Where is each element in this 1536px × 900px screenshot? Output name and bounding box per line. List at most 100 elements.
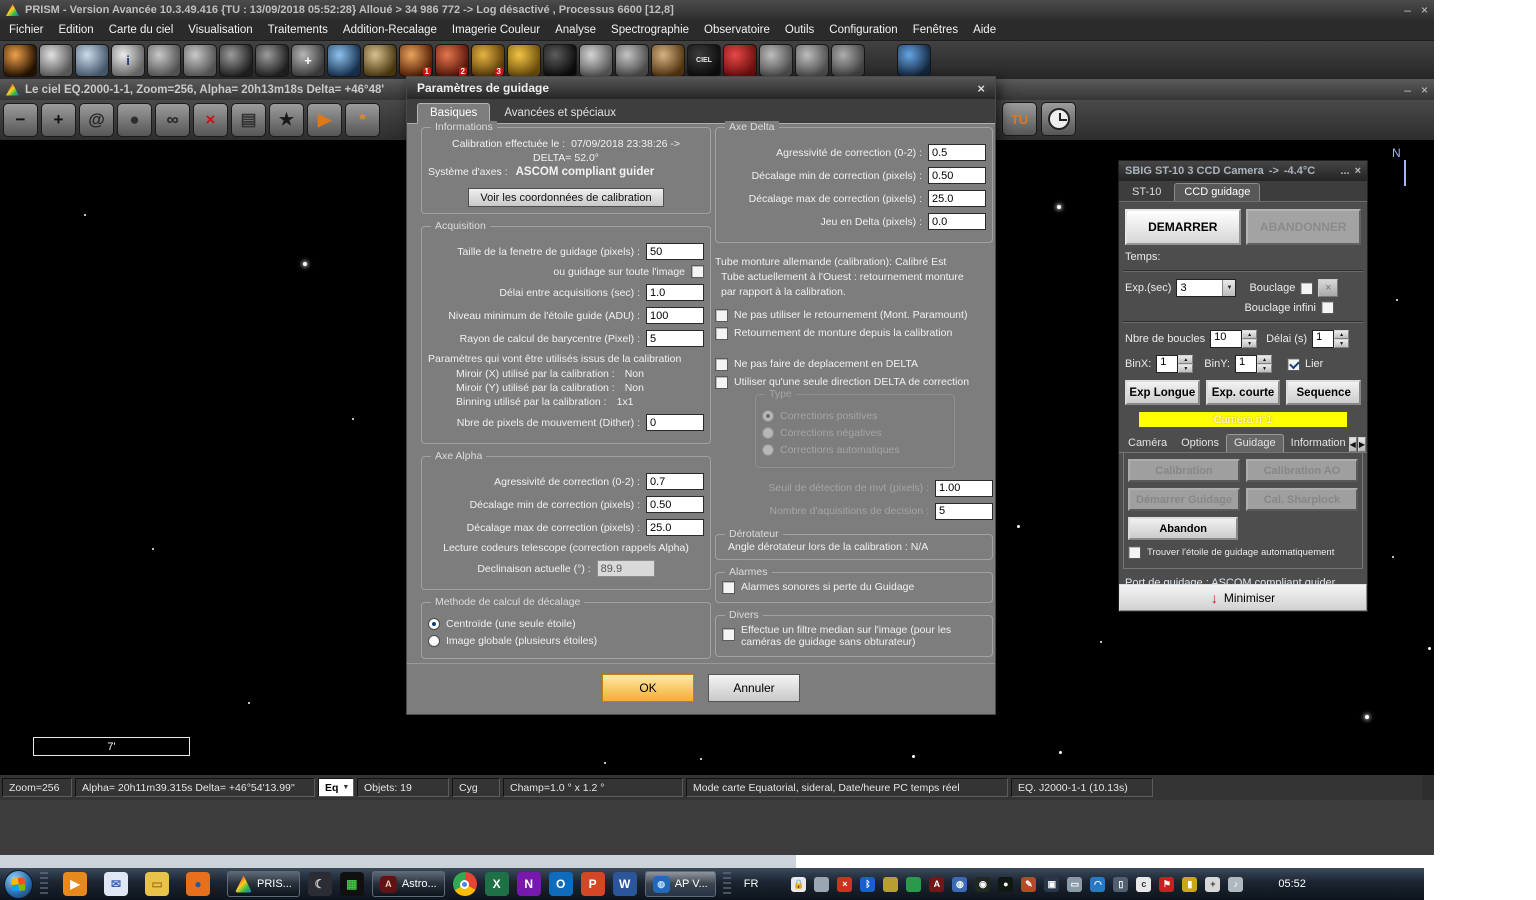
universal-time-icon[interactable]: TU xyxy=(1002,102,1037,136)
eye-icon[interactable] xyxy=(897,44,931,77)
subtab-information[interactable]: Information xyxy=(1284,435,1348,452)
camera-panel-close-icon[interactable]: × xyxy=(1355,165,1361,177)
task-chrome[interactable] xyxy=(453,872,477,896)
zoom-in-icon[interactable]: + xyxy=(41,103,76,137)
sphere2-icon[interactable]: ● xyxy=(117,103,152,137)
language-indicator[interactable]: FR xyxy=(744,878,759,890)
delta-max-shift-input[interactable] xyxy=(928,190,986,207)
task-excel[interactable]: X xyxy=(485,872,509,896)
dark-hat-icon[interactable] xyxy=(543,44,577,77)
astroart-tray-icon[interactable]: A xyxy=(929,877,944,892)
frame-select[interactable]: Eq▼ xyxy=(318,778,354,797)
gear-icon[interactable] xyxy=(363,44,397,77)
motion-threshold-input[interactable] xyxy=(935,480,993,497)
taskbar-grip[interactable] xyxy=(40,872,48,896)
sphere-icon[interactable] xyxy=(579,44,613,77)
dialog-titlebar[interactable]: Paramètres de guidage × xyxy=(407,77,995,99)
loop-cancel-icon[interactable]: × xyxy=(1318,279,1338,297)
menu-observatoire[interactable]: Observatoire xyxy=(704,24,770,36)
star-icon[interactable]: ★ xyxy=(269,103,304,137)
bluetooth-icon[interactable]: ᛒ xyxy=(860,877,875,892)
task-powerpoint[interactable]: P xyxy=(581,872,605,896)
menu-carte-du-ciel[interactable]: Carte du ciel xyxy=(109,24,174,36)
guide-window-size-input[interactable] xyxy=(646,243,704,260)
display-icon[interactable]: ▣ xyxy=(1044,877,1059,892)
dome-icon[interactable]: ◍ xyxy=(952,877,967,892)
task-word[interactable]: W xyxy=(613,872,637,896)
full-image-guiding-checkbox[interactable] xyxy=(691,265,704,278)
wifi-icon[interactable]: ◠ xyxy=(1090,877,1105,892)
menu-aide[interactable]: Aide xyxy=(973,24,996,36)
no-flip-checkbox[interactable] xyxy=(715,309,728,322)
view-calibration-coords-button[interactable]: Voir les coordonnées de calibration xyxy=(468,188,664,207)
binx-stepper[interactable]: 1▲▼ xyxy=(1156,355,1193,373)
stepper-up-icon[interactable]: ▲ xyxy=(1178,355,1193,364)
subtab-camera[interactable]: Caméra xyxy=(1121,435,1174,452)
cancel-button[interactable]: Annuler xyxy=(708,674,800,702)
menu-edition[interactable]: Edition xyxy=(59,24,94,36)
gear-2-icon[interactable]: 2 xyxy=(435,44,469,77)
minimize-icon[interactable]: – xyxy=(1404,3,1411,17)
orange-arrow-icon[interactable]: ▶ xyxy=(307,103,342,137)
link-bins-checkbox[interactable] xyxy=(1287,358,1300,371)
printer-icon[interactable]: ▤ xyxy=(231,103,266,137)
info-icon[interactable]: i xyxy=(111,44,145,77)
gear-1-icon[interactable]: 1 xyxy=(399,44,433,77)
menu-configuration[interactable]: Configuration xyxy=(829,24,897,36)
forbid-icon[interactable]: × xyxy=(193,103,228,137)
short-exposure-button[interactable]: Exp. courte xyxy=(1206,380,1281,405)
monitor-icon[interactable]: ▭ xyxy=(1067,877,1082,892)
gear-3-icon[interactable]: 3 xyxy=(471,44,505,77)
clock-icon[interactable] xyxy=(1041,102,1076,136)
media-player-icon[interactable]: ▶ xyxy=(63,872,87,896)
security-alert-icon[interactable]: × xyxy=(837,877,852,892)
subtab-guidage[interactable]: Guidage xyxy=(1226,434,1284,452)
biny-stepper[interactable]: 1▲▼ xyxy=(1235,355,1272,373)
camera-icon[interactable] xyxy=(3,44,37,77)
task-astroart[interactable]: AAstro... xyxy=(372,871,445,897)
usb-bolt-icon[interactable] xyxy=(883,877,898,892)
sound-alarms-checkbox[interactable] xyxy=(722,581,735,594)
planet-icon[interactable] xyxy=(651,44,685,77)
start-button[interactable]: DEMARRER xyxy=(1125,209,1241,245)
lock-icon[interactable]: 🔒 xyxy=(791,877,806,892)
stepper-up-icon[interactable]: ▲ xyxy=(1334,330,1349,339)
plug-icon[interactable]: + xyxy=(1205,877,1220,892)
blank-icon[interactable] xyxy=(831,44,865,77)
ciel-icon[interactable]: CIEL xyxy=(687,44,721,77)
adjust-icon[interactable] xyxy=(183,44,217,77)
tab-st10[interactable]: ST-10 xyxy=(1123,184,1170,201)
image-open-icon[interactable] xyxy=(75,44,109,77)
phase-a-icon[interactable] xyxy=(219,44,253,77)
alpha-max-shift-input[interactable] xyxy=(646,519,704,536)
subtab-next-icon[interactable]: ▶ xyxy=(1358,437,1366,452)
centroid-radio[interactable] xyxy=(428,618,440,630)
median-filter-checkbox[interactable] xyxy=(722,628,735,641)
coil-icon[interactable] xyxy=(507,44,541,77)
lens-icon[interactable]: ● xyxy=(998,877,1013,892)
sequence-button[interactable]: Sequence xyxy=(1286,380,1361,405)
task-onenote[interactable]: N xyxy=(517,872,541,896)
tab-ccd-guidage[interactable]: CCD guidage xyxy=(1174,183,1260,201)
menu-visualisation[interactable]: Visualisation xyxy=(188,24,252,36)
menu-spectrographie[interactable]: Spectrographie xyxy=(611,24,689,36)
gray-button-icon[interactable] xyxy=(759,44,793,77)
close-icon[interactable]: × xyxy=(1421,3,1428,17)
coffee-icon[interactable]: c xyxy=(1136,877,1151,892)
barycenter-radius-input[interactable] xyxy=(646,330,704,347)
long-exposure-button[interactable]: Exp Longue xyxy=(1125,380,1200,405)
mail-icon[interactable]: ✉ xyxy=(104,872,128,896)
delta-min-shift-input[interactable] xyxy=(928,167,986,184)
start-button[interactable] xyxy=(4,870,33,899)
chart-close-icon[interactable]: × xyxy=(1421,83,1428,97)
binoculars-icon[interactable]: ∞ xyxy=(155,103,190,137)
infinite-loop-checkbox[interactable] xyxy=(1321,301,1334,314)
camera-panel-titlebar[interactable]: SBIG ST-10 3 CCD Camera -> -4.4°C ... × xyxy=(1119,161,1367,181)
menu-fichier[interactable]: Fichier xyxy=(9,24,44,36)
taskbar-clock[interactable]: 05:52 xyxy=(1278,878,1306,890)
min-star-level-input[interactable] xyxy=(646,307,704,324)
camera-panel-menu-icon[interactable]: ... xyxy=(1340,165,1349,177)
paint-icon[interactable]: ✎ xyxy=(1021,877,1036,892)
single-delta-direction-checkbox[interactable] xyxy=(715,376,728,389)
loop-count-stepper[interactable]: 10▲▼ xyxy=(1210,330,1257,348)
